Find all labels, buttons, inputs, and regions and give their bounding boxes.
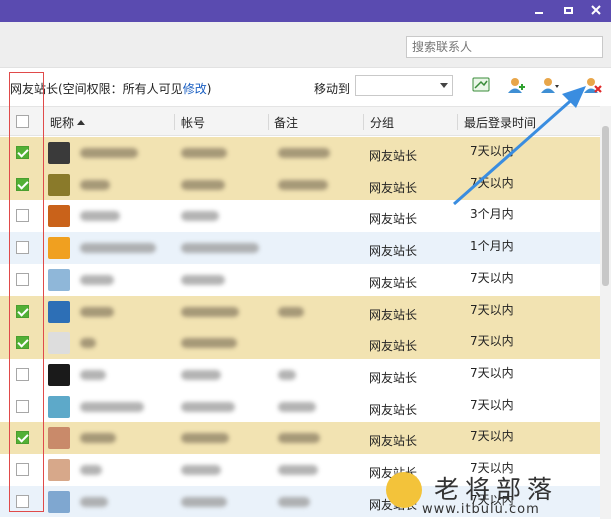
nickname-redacted <box>80 179 110 190</box>
watermark-text: 老将部落 <box>434 475 559 504</box>
column-nickname-label: 昵称 <box>50 116 75 130</box>
remark-redacted <box>278 179 328 190</box>
nickname-redacted <box>80 433 116 444</box>
last-login-cell: 7天以内 <box>470 397 514 412</box>
column-nickname[interactable]: 昵称 <box>50 114 86 131</box>
last-login-cell: 7天以内 <box>470 334 514 349</box>
qq-friend-manager-window: 网友站长(空间权限：所有人可见修改) 移动到 昵称 帐号 备注 分组 最后登录时… <box>0 0 611 519</box>
checkbox-column-highlight <box>9 72 44 512</box>
account-redacted <box>181 496 227 507</box>
avatar <box>48 459 70 481</box>
remark-redacted <box>278 496 310 507</box>
search-bar <box>0 22 611 68</box>
table-row[interactable]: 网友站长 1个月内 <box>0 232 600 264</box>
account-redacted <box>181 369 221 380</box>
nickname-redacted <box>80 338 96 349</box>
remark-redacted <box>278 401 316 412</box>
nickname-redacted <box>80 243 156 254</box>
sort-ascending-icon <box>77 120 86 125</box>
nickname-redacted <box>80 148 138 158</box>
column-divider <box>268 114 269 130</box>
column-account[interactable]: 帐号 <box>181 114 205 131</box>
table-row[interactable]: 网友站长 7天以内 <box>0 359 600 391</box>
annotation-arrow-icon <box>453 86 586 206</box>
nickname-redacted <box>80 306 114 317</box>
avatar <box>48 205 70 228</box>
group-title-suffix: ) <box>206 82 212 96</box>
group-cell: 网友站长 <box>369 339 418 354</box>
account-redacted <box>181 433 229 444</box>
table-row[interactable]: 网友站长 7天以内 <box>0 391 600 423</box>
close-icon <box>591 5 601 15</box>
last-login-cell: 7天以内 <box>470 365 514 380</box>
nickname-redacted <box>80 401 144 412</box>
avatar <box>48 237 70 260</box>
column-divider <box>363 114 364 130</box>
last-login-cell: 7天以内 <box>470 429 514 444</box>
table-row[interactable]: 网友站长 7天以内 <box>0 264 600 296</box>
nickname-redacted <box>80 369 106 380</box>
nickname-redacted <box>80 274 114 285</box>
avatar <box>48 142 70 164</box>
group-cell: 网友站长 <box>369 180 418 195</box>
scrollbar-thumb[interactable] <box>602 126 609 286</box>
remark-redacted <box>278 433 320 444</box>
account-redacted <box>181 401 235 412</box>
nickname-redacted <box>80 465 102 475</box>
account-redacted <box>181 211 219 222</box>
remark-redacted <box>278 306 304 317</box>
remark-redacted <box>278 465 318 475</box>
close-button[interactable] <box>583 0 609 20</box>
column-remark[interactable]: 备注 <box>274 114 298 131</box>
nickname-redacted <box>80 211 120 222</box>
account-redacted <box>181 465 221 475</box>
avatar <box>48 300 70 323</box>
column-divider <box>174 114 175 130</box>
watermark-logo-icon <box>386 472 422 508</box>
minimize-button[interactable] <box>526 0 552 20</box>
account-redacted <box>181 148 227 158</box>
table-row[interactable]: 网友站长 7天以内 <box>0 327 600 359</box>
account-redacted <box>181 274 225 285</box>
nickname-redacted <box>80 496 108 507</box>
avatar <box>48 268 70 291</box>
last-login-cell: 7天以内 <box>470 270 514 285</box>
group-cell: 网友站长 <box>369 434 418 449</box>
watermark-url: www.itbulu.com <box>422 502 540 517</box>
group-cell: 网友站长 <box>369 370 418 385</box>
maximize-icon <box>563 7 573 14</box>
move-to-select[interactable] <box>355 75 453 96</box>
table-row[interactable]: 网友站长 7天以内 <box>0 422 600 454</box>
watermark: 老将部落 www.itbulu.com <box>380 468 600 518</box>
last-login-cell: 7天以内 <box>470 302 514 317</box>
group-cell: 网友站长 <box>369 307 418 322</box>
minimize-icon <box>535 12 543 14</box>
avatar <box>48 363 70 386</box>
title-bar <box>0 0 611 22</box>
account-redacted <box>181 179 225 190</box>
avatar <box>48 332 70 355</box>
account-redacted <box>181 243 259 254</box>
last-login-cell: 1个月内 <box>470 239 514 254</box>
avatar <box>48 427 70 450</box>
column-group[interactable]: 分组 <box>370 114 394 131</box>
avatar <box>48 490 70 513</box>
maximize-button[interactable] <box>555 0 581 20</box>
group-cell: 网友站长 <box>369 149 418 163</box>
account-redacted <box>181 306 239 317</box>
account-redacted <box>181 338 237 349</box>
group-cell: 网友站长 <box>369 212 418 227</box>
remark-redacted <box>278 148 330 158</box>
table-row[interactable]: 网友站长 7天以内 <box>0 295 600 328</box>
group-cell: 网友站长 <box>369 402 418 417</box>
edit-permission-link[interactable]: 修改 <box>183 82 207 96</box>
group-cell: 网友站长 <box>369 275 418 290</box>
scrollbar[interactable] <box>600 106 611 519</box>
remark-redacted <box>278 369 296 380</box>
move-to-label: 移动到 <box>314 82 351 96</box>
group-cell: 网友站长 <box>369 244 418 259</box>
search-input[interactable] <box>406 36 603 58</box>
avatar <box>48 395 70 418</box>
avatar <box>48 173 70 196</box>
